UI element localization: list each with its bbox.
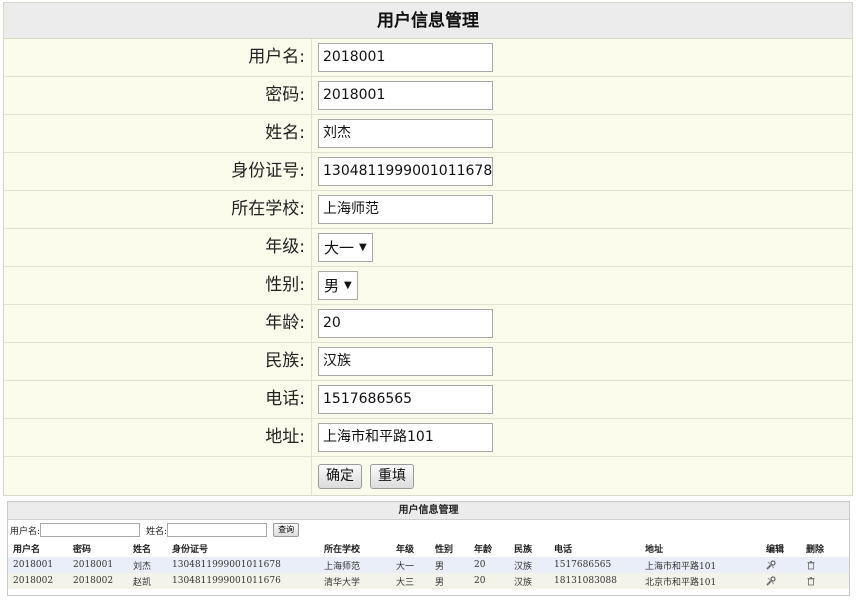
column-header: 所在学校 <box>319 540 391 557</box>
table-cell: 1517686565 <box>549 557 640 573</box>
table-cell: 2018002 <box>68 573 128 589</box>
form-title: 用户信息管理 <box>4 3 852 39</box>
column-header: 密码 <box>68 540 128 557</box>
column-header: 身份证号 <box>167 540 319 557</box>
form-row-password: 密码: 2018001 <box>4 77 852 115</box>
name-input[interactable]: 刘杰 <box>318 119 493 148</box>
table-cell: 男 <box>430 557 469 573</box>
edit-cell <box>761 573 801 589</box>
search-bar: 用户名: 姓名: 查询 <box>8 520 849 540</box>
age-label: 年龄: <box>4 305 312 342</box>
form-row-phone: 电话: 1517686565 <box>4 381 852 419</box>
form-row-gender: 性别: 男 ▼ <box>4 267 852 305</box>
gender-label: 性别: <box>4 267 312 304</box>
table-cell: 20 <box>469 557 509 573</box>
table-cell: 刘杰 <box>128 557 167 573</box>
table-cell: 2018001 <box>8 557 68 573</box>
column-header: 编辑 <box>761 540 801 557</box>
user-form: 用户信息管理 用户名: 2018001 密码: 2018001 姓名: 刘杰 身… <box>3 2 853 496</box>
search-username-label: 用户名: <box>10 526 41 537</box>
confirm-button[interactable]: 确定 <box>318 463 362 489</box>
search-name-label: 姓名: <box>146 526 168 537</box>
table-cell: 1304811999001011678 <box>167 557 319 573</box>
table-cell: 清华大学 <box>319 573 391 589</box>
list-title: 用户信息管理 <box>8 502 849 520</box>
school-input[interactable]: 上海师范 <box>318 195 493 224</box>
form-row-username: 用户名: 2018001 <box>4 39 852 77</box>
form-row-name: 姓名: 刘杰 <box>4 115 852 153</box>
age-input[interactable]: 20 <box>318 309 493 338</box>
table-cell: 20 <box>469 573 509 589</box>
address-label: 地址: <box>4 419 312 456</box>
grade-label: 年级: <box>4 229 312 266</box>
form-row-grade: 年级: 大一 ▼ <box>4 229 852 267</box>
user-list-panel: 用户信息管理 用户名: 姓名: 查询 用户名 密码 姓名 身份证号 所在学校 年… <box>7 501 850 596</box>
name-label: 姓名: <box>4 115 312 152</box>
column-header: 性别 <box>430 540 469 557</box>
form-row-school: 所在学校: 上海师范 <box>4 191 852 229</box>
dropdown-arrow-icon: ▼ <box>359 242 367 253</box>
table-cell: 汉族 <box>509 557 549 573</box>
id-number-label: 身份证号: <box>4 153 312 190</box>
form-row-id-number: 身份证号: 1304811999001011678 <box>4 153 852 191</box>
column-header: 用户名 <box>8 540 68 557</box>
wrench-icon[interactable] <box>766 576 776 586</box>
query-button[interactable]: 查询 <box>273 523 300 537</box>
form-row-actions: 确定 重填 <box>4 457 852 495</box>
form-row-age: 年龄: 20 <box>4 305 852 343</box>
address-input[interactable]: 上海市和平路101 <box>318 423 493 452</box>
table-cell: 北京市和平路101 <box>640 573 761 589</box>
grade-select[interactable]: 大一 ▼ <box>318 233 373 262</box>
table-cell: 上海师范 <box>319 557 391 573</box>
table-cell: 赵凯 <box>128 573 167 589</box>
search-name-input[interactable] <box>167 523 268 537</box>
username-input[interactable]: 2018001 <box>318 43 493 72</box>
table-cell: 男 <box>430 573 469 589</box>
column-header: 民族 <box>509 540 549 557</box>
delete-cell <box>801 557 849 573</box>
table-cell: 2018002 <box>8 573 68 589</box>
search-username-input[interactable] <box>40 523 141 537</box>
table-cell: 1304811999001011676 <box>167 573 319 589</box>
ethnicity-input[interactable]: 汉族 <box>318 347 493 376</box>
table-cell: 大三 <box>391 573 430 589</box>
gender-select[interactable]: 男 ▼ <box>318 271 358 300</box>
trash-icon[interactable] <box>806 576 816 586</box>
password-input[interactable]: 2018001 <box>318 81 493 110</box>
phone-input[interactable]: 1517686565 <box>318 385 493 414</box>
grade-value: 大一 <box>324 239 355 257</box>
table-cell: 上海市和平路101 <box>640 557 761 573</box>
phone-label: 电话: <box>4 381 312 418</box>
username-label: 用户名: <box>4 39 312 76</box>
column-header: 删除 <box>801 540 849 557</box>
column-header: 地址 <box>640 540 761 557</box>
table-row: 2018002 2018002 赵凯 1304811999001011676 清… <box>8 573 849 589</box>
id-number-input[interactable]: 1304811999001011678 <box>318 157 493 186</box>
column-header: 姓名 <box>128 540 167 557</box>
password-label: 密码: <box>4 77 312 114</box>
form-row-address: 地址: 上海市和平路101 <box>4 419 852 457</box>
table-cell: 18131083088 <box>549 573 640 589</box>
school-label: 所在学校: <box>4 191 312 228</box>
delete-cell <box>801 573 849 589</box>
column-header: 年级 <box>391 540 430 557</box>
actions-label-cell <box>4 457 312 495</box>
wrench-icon[interactable] <box>766 560 776 570</box>
table-cell: 大一 <box>391 557 430 573</box>
edit-cell <box>761 557 801 573</box>
dropdown-arrow-icon: ▼ <box>344 280 352 291</box>
user-table: 用户名 密码 姓名 身份证号 所在学校 年级 性别 年龄 民族 电话 地址 编辑… <box>8 540 849 589</box>
form-row-ethnicity: 民族: 汉族 <box>4 343 852 381</box>
table-row: 2018001 2018001 刘杰 1304811999001011678 上… <box>8 557 849 573</box>
table-header-row: 用户名 密码 姓名 身份证号 所在学校 年级 性别 年龄 民族 电话 地址 编辑… <box>8 540 849 557</box>
ethnicity-label: 民族: <box>4 343 312 380</box>
reset-button[interactable]: 重填 <box>370 463 414 489</box>
gender-value: 男 <box>324 277 340 295</box>
column-header: 电话 <box>549 540 640 557</box>
table-cell: 2018001 <box>68 557 128 573</box>
trash-icon[interactable] <box>806 560 816 570</box>
column-header: 年龄 <box>469 540 509 557</box>
table-cell: 汉族 <box>509 573 549 589</box>
